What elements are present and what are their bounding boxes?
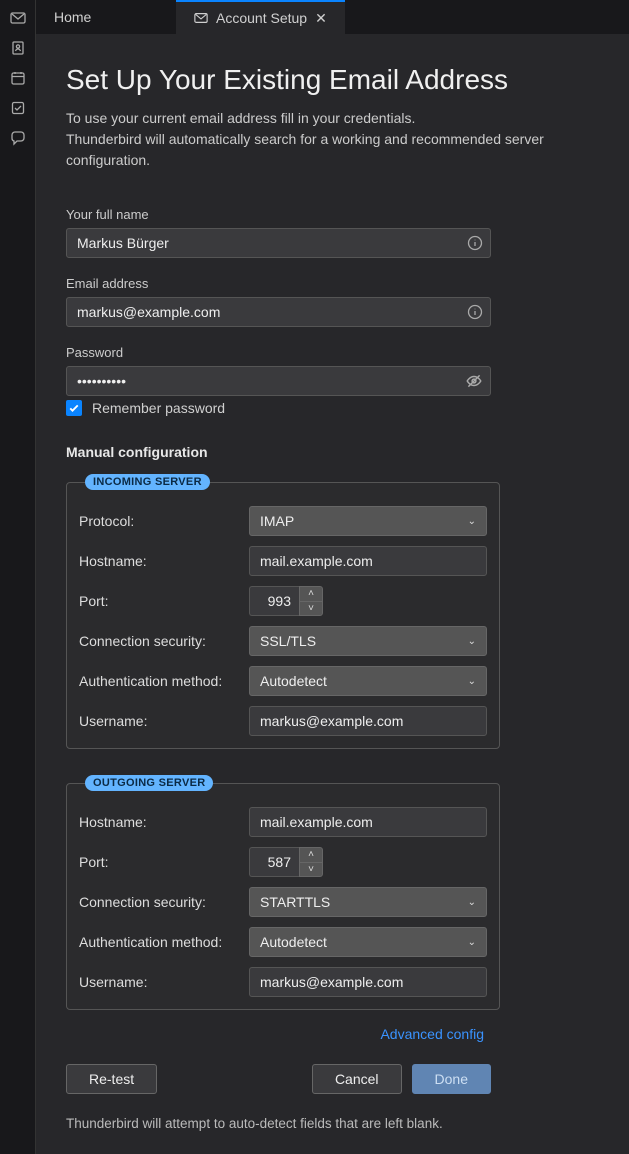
auth-label: Authentication method: bbox=[79, 673, 249, 689]
tab-bar: Home Account Setup ✕ bbox=[36, 0, 629, 34]
outgoing-port-input[interactable] bbox=[249, 847, 299, 877]
email-label: Email address bbox=[66, 276, 599, 291]
cancel-button[interactable]: Cancel bbox=[312, 1064, 402, 1094]
mail-icon[interactable] bbox=[10, 10, 26, 26]
chevron-down-icon: ⌄ bbox=[468, 516, 476, 527]
remember-checkbox[interactable] bbox=[66, 400, 82, 416]
done-button[interactable]: Done bbox=[412, 1064, 491, 1094]
chevron-down-icon: ⌄ bbox=[468, 937, 476, 948]
address-book-icon[interactable] bbox=[10, 40, 26, 56]
chevron-down-icon[interactable]: ˅ bbox=[300, 602, 322, 616]
chevron-up-icon[interactable]: ˄ bbox=[300, 587, 322, 602]
auth-label: Authentication method: bbox=[79, 934, 249, 950]
outgoing-username-input[interactable] bbox=[249, 967, 487, 997]
tab-account-setup[interactable]: Account Setup ✕ bbox=[176, 0, 345, 34]
port-stepper[interactable]: ˄ ˅ bbox=[299, 847, 323, 877]
security-label: Connection security: bbox=[79, 633, 249, 649]
chat-icon[interactable] bbox=[10, 130, 26, 146]
account-setup-icon bbox=[194, 11, 208, 25]
outgoing-hostname-input[interactable] bbox=[249, 807, 487, 837]
incoming-server-group: INCOMING SERVER Protocol: IMAP⌄ Hostname… bbox=[66, 474, 500, 749]
content: Set Up Your Existing Email Address To us… bbox=[36, 34, 629, 1154]
outgoing-auth-select[interactable]: Autodetect⌄ bbox=[249, 927, 487, 957]
incoming-auth-select[interactable]: Autodetect⌄ bbox=[249, 666, 487, 696]
tab-label: Home bbox=[54, 9, 91, 25]
username-label: Username: bbox=[79, 713, 249, 729]
eye-off-icon[interactable] bbox=[465, 372, 483, 390]
chevron-down-icon: ⌄ bbox=[468, 676, 476, 687]
hostname-label: Hostname: bbox=[79, 553, 249, 569]
username-label: Username: bbox=[79, 974, 249, 990]
retest-button[interactable]: Re-test bbox=[66, 1064, 157, 1094]
port-label: Port: bbox=[79, 593, 249, 609]
tab-home[interactable]: Home bbox=[36, 0, 176, 34]
page-subtitle: To use your current email address fill i… bbox=[66, 108, 599, 171]
page-title: Set Up Your Existing Email Address bbox=[66, 64, 599, 96]
incoming-protocol-select[interactable]: IMAP⌄ bbox=[249, 506, 487, 536]
hostname-label: Hostname: bbox=[79, 814, 249, 830]
incoming-hostname-input[interactable] bbox=[249, 546, 487, 576]
incoming-security-select[interactable]: SSL/TLS⌄ bbox=[249, 626, 487, 656]
outgoing-security-select[interactable]: STARTTLS⌄ bbox=[249, 887, 487, 917]
app-sidebar bbox=[0, 0, 36, 1154]
chevron-up-icon[interactable]: ˄ bbox=[300, 848, 322, 863]
autodetect-hint: Thunderbird will attempt to auto-detect … bbox=[66, 1116, 599, 1131]
chevron-down-icon: ⌄ bbox=[468, 897, 476, 908]
tab-label: Account Setup bbox=[216, 10, 307, 26]
incoming-legend: INCOMING SERVER bbox=[85, 474, 210, 490]
advanced-config-link[interactable]: Advanced config bbox=[380, 1026, 484, 1042]
chevron-down-icon: ⌄ bbox=[468, 636, 476, 647]
name-label: Your full name bbox=[66, 207, 599, 222]
port-stepper[interactable]: ˄ ˅ bbox=[299, 586, 323, 616]
manual-config-title: Manual configuration bbox=[66, 444, 599, 460]
password-label: Password bbox=[66, 345, 599, 360]
port-label: Port: bbox=[79, 854, 249, 870]
close-icon[interactable]: ✕ bbox=[315, 10, 327, 27]
outgoing-server-group: OUTGOING SERVER Hostname: Port: ˄ ˅ Conn… bbox=[66, 775, 500, 1010]
password-input[interactable] bbox=[66, 366, 491, 396]
incoming-port-input[interactable] bbox=[249, 586, 299, 616]
security-label: Connection security: bbox=[79, 894, 249, 910]
tasks-icon[interactable] bbox=[10, 100, 26, 116]
calendar-icon[interactable] bbox=[10, 70, 26, 86]
main-area: Home Account Setup ✕ Set Up Your Existin… bbox=[36, 0, 629, 1154]
chevron-down-icon[interactable]: ˅ bbox=[300, 863, 322, 877]
incoming-username-input[interactable] bbox=[249, 706, 487, 736]
email-input[interactable] bbox=[66, 297, 491, 327]
name-input[interactable] bbox=[66, 228, 491, 258]
protocol-label: Protocol: bbox=[79, 513, 249, 529]
remember-label: Remember password bbox=[92, 400, 225, 416]
outgoing-legend: OUTGOING SERVER bbox=[85, 775, 213, 791]
